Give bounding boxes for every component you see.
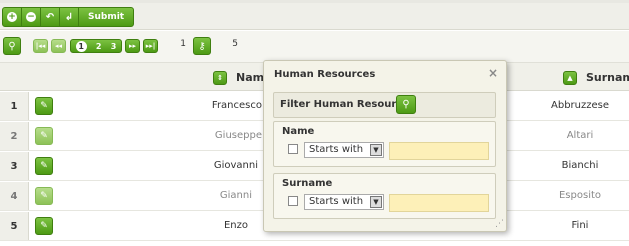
cell-name: Giuseppe [214, 130, 262, 141]
resize-grip-icon[interactable]: ⋰ [495, 219, 504, 229]
remove-icon: − [26, 11, 36, 22]
return-icon: ↲ [64, 11, 74, 23]
go-button[interactable]: ⚷ [193, 37, 211, 55]
top-border [0, 0, 629, 3]
dialog-title: Human Resources [274, 69, 376, 80]
filter-dialog: Human Resources × Filter Human Resources… [263, 60, 507, 232]
page-3-link[interactable]: 3 [111, 42, 117, 51]
sort-up-icon: ▲ [567, 74, 573, 82]
filter-label: Filter Human Resources [280, 99, 415, 110]
name-filter-input[interactable] [389, 142, 489, 160]
toolbar: + − ↶ ↲ Submit [0, 0, 629, 30]
page-1-link[interactable]: 1 [75, 40, 87, 52]
last-page-button[interactable]: ▸▸| [143, 39, 158, 53]
name-filter-group: Name Starts with ▼ [273, 121, 496, 167]
edit-row-button[interactable]: ✎ [35, 187, 53, 205]
edit-row-button[interactable]: ✎ [35, 97, 53, 115]
filter-search-button[interactable]: ⚲ [396, 95, 416, 114]
cell-surname: Abbruzzese [551, 100, 609, 111]
surname-operator-select[interactable]: Starts with ▼ [304, 194, 384, 210]
search-button[interactable]: ⚲ [3, 37, 21, 55]
edit-row-button[interactable]: ✎ [35, 157, 53, 175]
select-value: Starts with [309, 196, 364, 207]
select-value: Starts with [309, 144, 364, 155]
cell-name: Enzo [223, 220, 248, 231]
edit-row-button[interactable]: ✎ [35, 127, 53, 145]
pencil-icon: ✎ [40, 161, 48, 171]
search-icon: ⚲ [8, 40, 16, 52]
cell-surname: Altari [566, 130, 594, 141]
add-icon: + [7, 11, 17, 22]
sort-surname-button[interactable]: ▲ [563, 71, 577, 85]
surname-filter-group: Surname Starts with ▼ [273, 173, 496, 219]
row-number: 3 [0, 152, 29, 180]
row-number: 5 [0, 212, 29, 240]
row-number: 2 [0, 122, 29, 150]
page-2-link[interactable]: 2 [96, 42, 102, 51]
search-icon: ⚲ [402, 99, 410, 110]
add-button[interactable]: + [3, 8, 22, 26]
cell-surname: Esposito [558, 190, 602, 201]
toolbar-button-group: + − ↶ ↲ Submit [2, 7, 135, 27]
pager-bar: ⚲ |◂◂ ◂◂ 1 2 3 ▸▸ ▸▸| 1 ⚷ 5 [0, 31, 629, 63]
pencil-icon: ✎ [40, 131, 48, 141]
cell-name: Gianni [219, 190, 252, 201]
page-size-input[interactable]: 5 [210, 39, 238, 53]
name-filter-checkbox[interactable] [288, 144, 298, 154]
undo-icon: ↶ [45, 11, 55, 23]
pencil-icon: ✎ [40, 101, 48, 111]
cell-surname: Fini [571, 220, 589, 231]
page-number-input[interactable]: 1 [158, 39, 186, 53]
column-header-surname[interactable]: Surname [586, 71, 629, 84]
sort-arrows-icon: ⇕ [217, 74, 223, 82]
next-page-button[interactable]: ▸▸ [125, 39, 140, 53]
sort-name-button[interactable]: ⇕ [213, 71, 227, 85]
row-number: 1 [0, 92, 29, 120]
close-icon[interactable]: × [488, 66, 498, 80]
row-number: 4 [0, 182, 29, 210]
field-label: Surname [282, 178, 333, 189]
edit-row-button[interactable]: ✎ [35, 217, 53, 235]
field-label: Name [282, 126, 315, 137]
surname-filter-input[interactable] [389, 194, 489, 212]
pencil-icon: ✎ [40, 221, 48, 231]
cell-name: Giovanni [213, 160, 258, 171]
return-button[interactable]: ↲ [60, 8, 79, 26]
surname-filter-checkbox[interactable] [288, 196, 298, 206]
key-icon: ⚷ [198, 40, 206, 52]
name-operator-select[interactable]: Starts with ▼ [304, 142, 384, 158]
cell-surname: Bianchi [561, 160, 599, 171]
filter-header: Filter Human Resources ⚲ [273, 92, 496, 118]
page-numbers: 1 2 3 [70, 39, 122, 53]
dropdown-arrow-icon: ▼ [370, 196, 382, 208]
cell-name: Francesco [211, 100, 262, 111]
submit-button[interactable]: Submit [79, 8, 133, 26]
remove-button[interactable]: − [22, 8, 41, 26]
prev-page-button[interactable]: ◂◂ [51, 39, 66, 53]
pencil-icon: ✎ [40, 191, 48, 201]
first-page-button[interactable]: |◂◂ [33, 39, 48, 53]
undo-button[interactable]: ↶ [41, 8, 60, 26]
dropdown-arrow-icon: ▼ [370, 144, 382, 156]
